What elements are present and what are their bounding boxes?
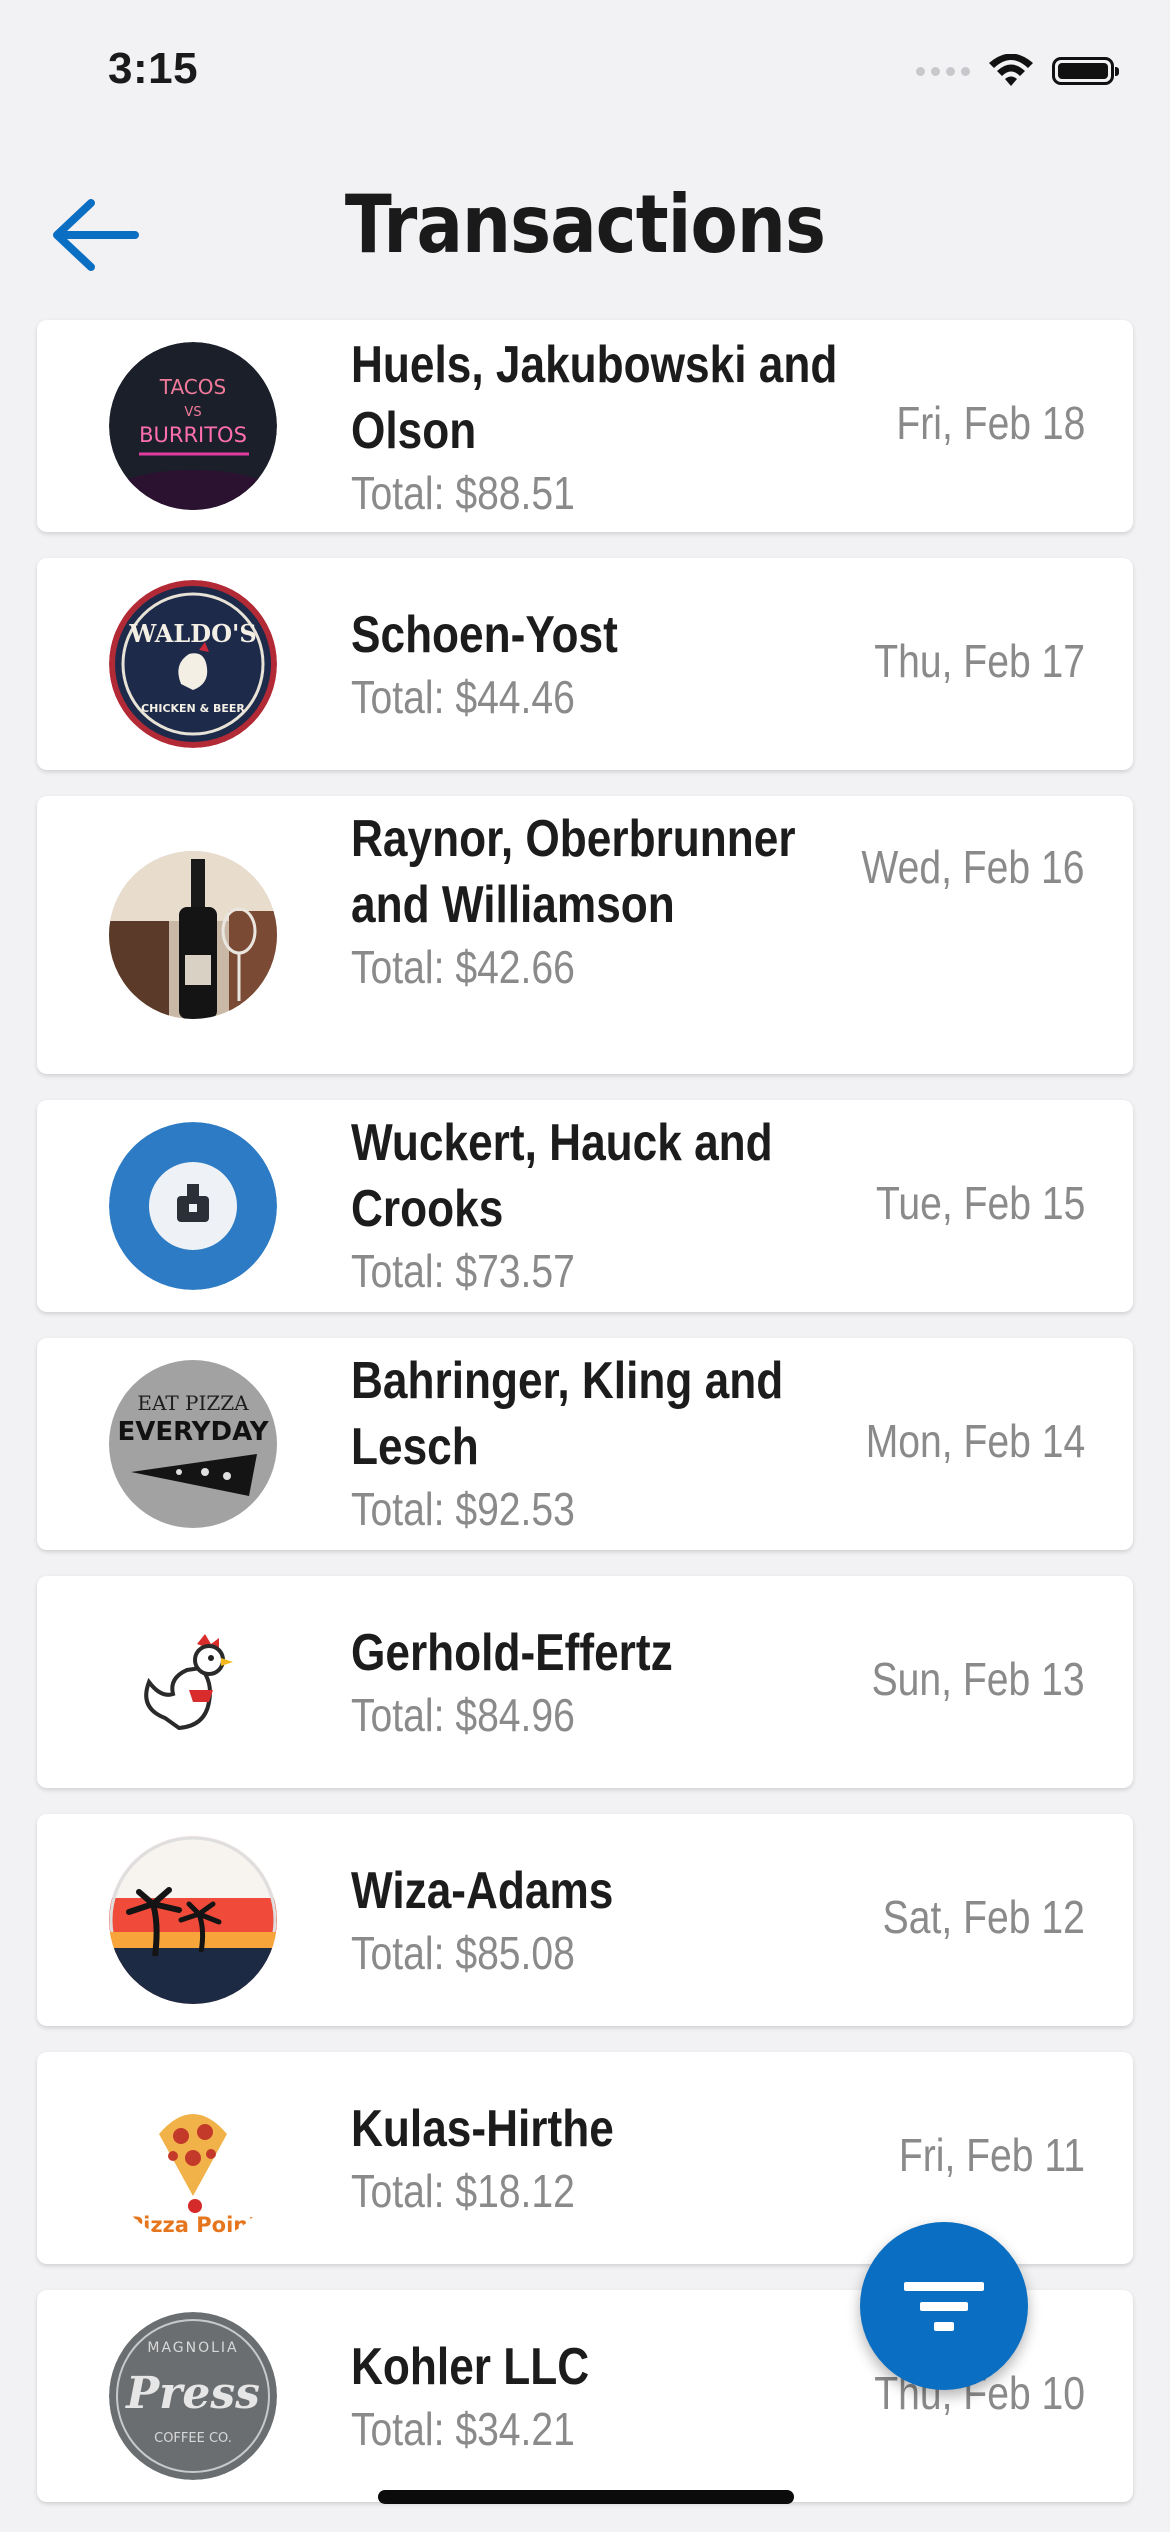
svg-text:VS: VS [184, 405, 201, 420]
merchant-name: Wiza-Adams [351, 1862, 614, 1920]
transaction-total: Total: $44.46 [351, 671, 575, 723]
status-icons [916, 54, 1119, 88]
svg-text:BURRITOS: BURRITOS [139, 423, 247, 447]
svg-text:COFFEE CO.: COFFEE CO. [154, 2431, 232, 2446]
transaction-card[interactable]: TACOS VS BURRITOS Huels, Jakubowski and … [37, 320, 1133, 532]
transaction-total: Total: $88.51 [351, 467, 575, 519]
transaction-total: Total: $42.66 [351, 941, 575, 993]
cellular-signal-icon [916, 66, 970, 76]
blue-circle-logo [109, 1122, 277, 1290]
merchant-name: Wuckert, Hauck and Crooks [351, 1114, 773, 1238]
svg-text:Press: Press [124, 2368, 260, 2419]
merchant-name: Huels, Jakubowski and Olson [351, 336, 838, 460]
transaction-date: Tue, Feb 15 [875, 1177, 1085, 1229]
wifi-icon [989, 54, 1033, 86]
page-title: Transactions [344, 178, 826, 271]
transaction-date: Wed, Feb 16 [861, 841, 1085, 893]
merchant-name: Kohler LLC [351, 2338, 590, 2396]
svg-text:TACOS: TACOS [159, 375, 226, 399]
status-time: 3:15 [108, 44, 199, 93]
merchant-name: Schoen-Yost [351, 606, 618, 664]
home-indicator[interactable] [378, 2490, 794, 2504]
tacos-vs-burritos-logo: TACOS VS BURRITOS [109, 342, 277, 510]
transaction-date: Mon, Feb 14 [865, 1415, 1085, 1467]
transaction-total: Total: $84.96 [351, 1689, 575, 1741]
filter-icon [904, 2282, 984, 2331]
merchant-name: Raynor, Oberbrunner and Williamson [351, 810, 796, 934]
merchant-name: Gerhold-Effertz [351, 1624, 673, 1682]
svg-text:CHICKEN & BEER: CHICKEN & BEER [141, 702, 245, 715]
transaction-card[interactable]: Wiza-Adams Total: $85.08 Sat, Feb 12 [37, 1814, 1133, 2026]
transaction-total: Total: $34.21 [351, 2403, 575, 2455]
transaction-date: Thu, Feb 17 [874, 635, 1085, 687]
transaction-total: Total: $85.08 [351, 1927, 575, 1979]
svg-text:Pizza Point: Pizza Point [128, 2213, 259, 2237]
transaction-card[interactable]: Raynor, Oberbrunner and Williamson Total… [37, 796, 1133, 1074]
transaction-total: Total: $18.12 [351, 2165, 575, 2217]
transaction-total: Total: $73.57 [351, 1245, 575, 1297]
svg-text:WALDO'S: WALDO'S [128, 619, 256, 648]
transaction-card[interactable]: Wuckert, Hauck and Crooks Total: $73.57 … [37, 1100, 1133, 1312]
transaction-card[interactable]: WALDO'S CHICKEN & BEER Schoen-Yost Total… [37, 558, 1133, 770]
eat-pizza-everyday-logo: EAT PIZZA EVERYDAY [109, 1360, 277, 1528]
status-bar: 3:15 [0, 0, 1170, 150]
rooster-logo [109, 1598, 277, 1766]
svg-text:EVERYDAY: EVERYDAY [117, 1417, 269, 1447]
transaction-card[interactable]: EAT PIZZA EVERYDAY Bahringer, Kling and … [37, 1338, 1133, 1550]
waldos-chicken-beer-logo: WALDO'S CHICKEN & BEER [109, 580, 277, 748]
transaction-date: Sat, Feb 12 [882, 1891, 1085, 1943]
filter-button[interactable] [860, 2222, 1028, 2390]
header: Transactions [0, 160, 1170, 290]
magnolia-press-logo: MAGNOLIA Press COFFEE CO. [109, 2312, 277, 2480]
pizza-point-logo: Pizza Point [109, 2074, 277, 2242]
transaction-date: Sun, Feb 13 [871, 1653, 1085, 1705]
transaction-date: Fri, Feb 11 [898, 2129, 1085, 2181]
transaction-total: Total: $92.53 [351, 1483, 575, 1535]
transaction-date: Fri, Feb 18 [895, 397, 1085, 449]
battery-icon [1052, 57, 1119, 85]
palm-sunset-logo [109, 1836, 277, 2004]
svg-text:EAT PIZZA: EAT PIZZA [137, 1391, 249, 1415]
merchant-name: Kulas-Hirthe [351, 2100, 614, 2158]
merchant-name: Bahringer, Kling and Lesch [351, 1352, 784, 1476]
wine-bottle-photo [109, 851, 277, 1019]
transaction-card[interactable]: Gerhold-Effertz Total: $84.96 Sun, Feb 1… [37, 1576, 1133, 1788]
svg-text:MAGNOLIA: MAGNOLIA [147, 2340, 238, 2356]
